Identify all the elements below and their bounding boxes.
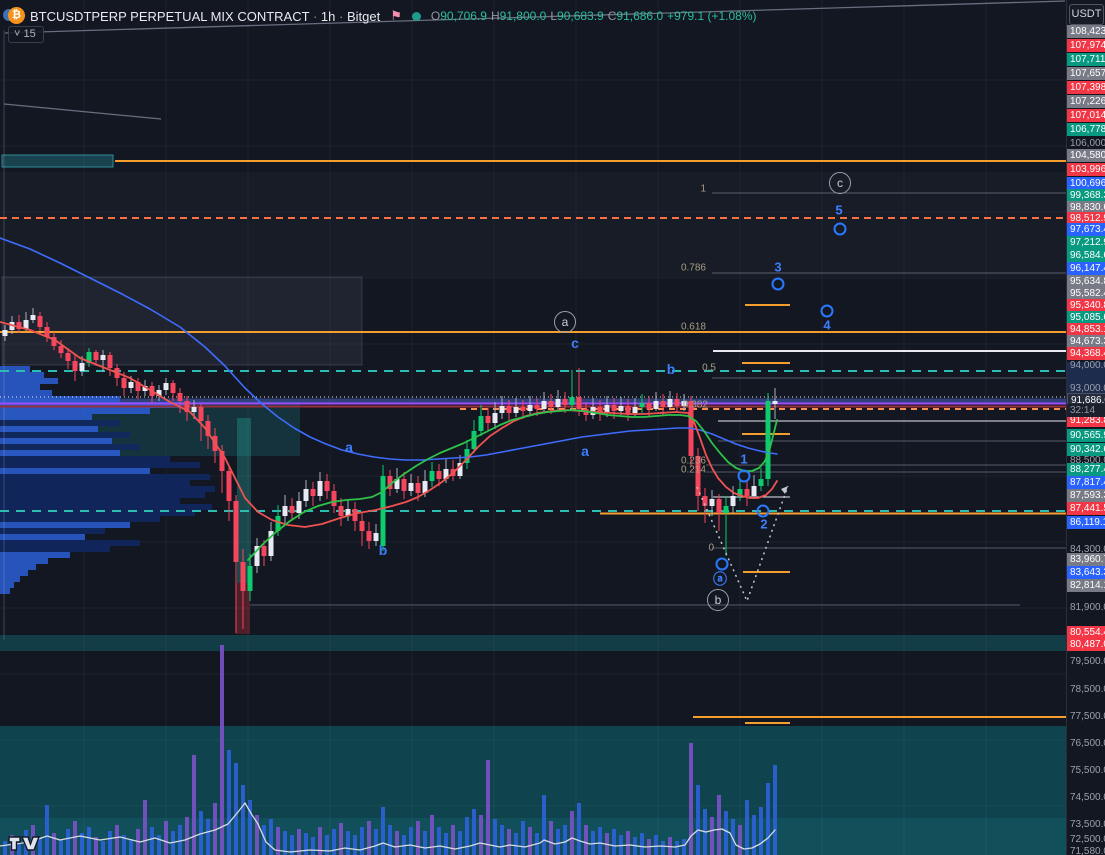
price-label: 80,487.0 [1067,638,1105,651]
price-label: 74,500.0 [1067,791,1105,804]
symbol-title[interactable]: BTCUSDTPERP PERPETUAL MIX CONTRACT · 1h … [30,9,380,24]
price-label: 97,673.4 [1067,223,1105,236]
market-status-icon[interactable] [412,12,421,21]
price-label: 97,212.9 [1067,236,1105,249]
symbol-logo-icon: ₿ [6,7,24,25]
price-label: 107,974. [1067,39,1105,52]
price-label: 107,014. [1067,109,1105,122]
price-label: 96,147.4 [1067,262,1105,275]
price-label: 77,500.0 [1067,710,1105,723]
price-label: 103,996. [1067,163,1105,176]
indicators-collapsed-badge[interactable]: ˅ 15 [8,26,44,43]
price-label: 106,778. [1067,123,1105,136]
flag-icon[interactable]: ⚑ [390,8,402,24]
price-label: 107,657. [1067,67,1105,80]
price-label: 86,119.1 [1067,516,1105,529]
price-label: 71,580.0 [1067,845,1105,855]
price-label: 107,398. [1067,81,1105,94]
price-label: 87,441.5 [1067,502,1105,515]
price-label: 75,500.0 [1067,764,1105,777]
price-label: 83,960.7 [1067,553,1105,566]
bar-countdown: 32:14 [1067,404,1105,417]
price-label: 83,643.3 [1067,566,1105,579]
price-label: 87,593.3 [1067,489,1105,502]
tradingview-logo[interactable] [8,833,40,853]
price-label: 81,900.0 [1067,601,1105,614]
price-label: 104,580. [1067,149,1105,162]
price-label: 108,423. [1067,25,1105,38]
price-label: 88,277.4 [1067,463,1105,476]
ohlc-values: O90,706.9 H91,800.0 L90,683.9 C91,686.0 … [431,9,757,23]
price-label: 82,814.1 [1067,579,1105,592]
price-label: 107,711. [1067,53,1105,66]
price-label: 73,500.0 [1067,818,1105,831]
chart-legend: ₿ BTCUSDTPERP PERPETUAL MIX CONTRACT · 1… [6,6,757,26]
currency-toggle-button[interactable]: USDT [1069,4,1104,25]
chart-canvas[interactable] [0,0,1066,855]
trading-chart-app: { "header": { "symbol": "BTCUSDTPERP PER… [0,0,1105,855]
price-label: 87,817.4 [1067,476,1105,489]
price-label: 90,565.9 [1067,429,1105,442]
price-label: 107,226. [1067,95,1105,108]
price-label: 79,500.0 [1067,655,1105,668]
price-label: 76,500.0 [1067,737,1105,750]
change-value: +979.1 (+1.08%) [667,9,756,23]
price-label: 96,584.6 [1067,249,1105,262]
price-label: 94,000.0 [1067,359,1105,372]
price-axis[interactable]: 108,423.107,974.107,711.107,657.107,398.… [1066,0,1105,855]
price-label: 78,500.0 [1067,683,1105,696]
